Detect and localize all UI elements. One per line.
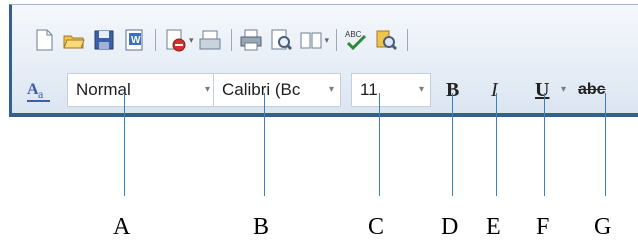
- callout-line-a: [124, 93, 125, 196]
- toolbar-separator: [230, 29, 232, 51]
- permission-icon[interactable]: [163, 28, 187, 52]
- callout-line-f: [544, 93, 545, 196]
- callout-line-c: [379, 93, 380, 196]
- font-name-dropdown-arrow-icon[interactable]: ▾: [329, 74, 334, 106]
- font-size-value: 11: [360, 80, 378, 99]
- email-icon[interactable]: [198, 28, 222, 52]
- toolbar-separator: [155, 29, 156, 51]
- svg-text:a: a: [38, 87, 44, 101]
- style-dropdown[interactable]: Normal ▾: [67, 73, 217, 107]
- underline-button[interactable]: U: [535, 73, 549, 107]
- callout-line-e: [496, 93, 497, 196]
- font-size-dropdown-arrow-icon[interactable]: ▾: [419, 74, 424, 106]
- print-icon[interactable]: [239, 28, 263, 52]
- callout-label-e: E: [486, 214, 501, 240]
- open-folder-icon[interactable]: [62, 28, 86, 52]
- callout-label-a: A: [113, 214, 131, 240]
- style-dropdown-arrow-icon[interactable]: ▾: [205, 74, 210, 106]
- new-document-icon[interactable]: [32, 28, 56, 52]
- callout-label-c: C: [368, 214, 385, 240]
- strikethrough-button[interactable]: abc: [578, 73, 606, 107]
- toolbar-separator: [336, 29, 338, 51]
- print-preview-icon[interactable]: [269, 28, 293, 52]
- callout-label-f: F: [536, 214, 550, 240]
- standard-toolbar: W ▾ ▾ ABC: [32, 25, 415, 55]
- word-document-icon[interactable]: W: [122, 28, 146, 52]
- underline-dropdown-arrow-icon[interactable]: ▾: [561, 73, 566, 107]
- callout-line-b: [264, 93, 265, 196]
- read-mode-icon[interactable]: [299, 28, 323, 52]
- save-icon[interactable]: [92, 28, 116, 52]
- font-name-dropdown[interactable]: Calibri (Bc ▾: [213, 73, 341, 107]
- callout-label-b: B: [253, 214, 270, 240]
- callout-line-g: [605, 93, 606, 196]
- font-name-value: Calibri (Bc: [222, 80, 301, 99]
- font-size-dropdown[interactable]: 11 ▾: [351, 73, 431, 107]
- style-value: Normal: [76, 80, 131, 99]
- callout-label-g: G: [594, 214, 612, 240]
- read-mode-dropdown-icon[interactable]: ▾: [325, 35, 330, 46]
- permission-dropdown-icon[interactable]: ▾: [189, 35, 194, 46]
- research-icon[interactable]: [374, 28, 398, 52]
- svg-text:W: W: [131, 35, 141, 46]
- styles-pane-icon[interactable]: Aa: [26, 77, 52, 108]
- callout-label-d: D: [441, 214, 459, 240]
- toolbar-separator: [407, 29, 409, 51]
- spelling-check-icon[interactable]: ABC: [344, 28, 368, 52]
- svg-text:ABC: ABC: [345, 30, 362, 39]
- callout-line-d: [452, 93, 453, 196]
